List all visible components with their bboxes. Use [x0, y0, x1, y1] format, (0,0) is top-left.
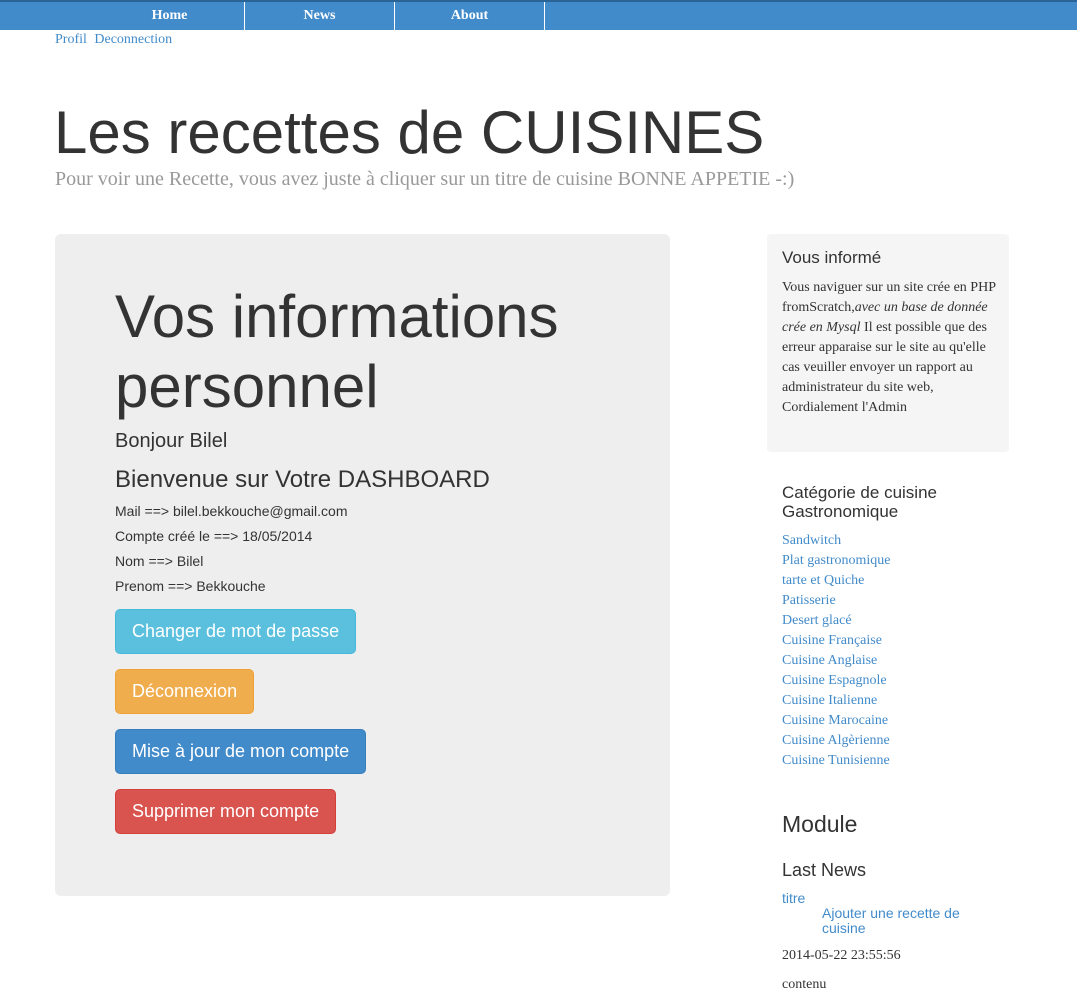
nav-home-link[interactable]: Home	[95, 2, 245, 30]
deconnection-link[interactable]: Deconnection	[94, 32, 172, 47]
site-title: Les recettes de CUISINES	[54, 99, 765, 166]
update-account-button[interactable]: Mise à jour de mon compte	[115, 729, 366, 774]
info-box: Vous informé Vous naviguer sur un site c…	[767, 234, 1009, 452]
categories-list: Sandwitch Plat gastronomique tarte et Qu…	[782, 531, 891, 771]
category-link-cuisine-francaise[interactable]: Cuisine Française	[782, 631, 891, 651]
category-link-desert-glace[interactable]: Desert glacé	[782, 611, 891, 631]
greeting-text: Bonjour Bilel	[115, 430, 228, 452]
info-box-text: Vous naviguer sur un site crée en PHP fr…	[782, 278, 997, 418]
profil-link[interactable]: Profil	[55, 32, 87, 47]
category-link-cuisine-espagnole[interactable]: Cuisine Espagnole	[782, 671, 891, 691]
dashboard-panel: Vos informations personnel Bonjour Bilel…	[55, 234, 670, 896]
module-title: Module	[782, 811, 858, 837]
mail-info: Mail ==> bilel.bekkouche@gmail.com	[115, 503, 348, 519]
last-news-title: Last News	[782, 860, 867, 880]
category-link-patisserie[interactable]: Patisserie	[782, 591, 891, 611]
info-box-title: Vous informé	[782, 248, 882, 267]
news-date: 2014-05-22 23:55:56	[782, 948, 901, 963]
news-item-link[interactable]: Ajouter une recette de cuisine	[822, 906, 992, 936]
news-contenu: contenu	[782, 977, 827, 992]
welcome-text: Bienvenue sur Votre DASHBOARD	[115, 466, 490, 493]
category-link-plat-gastronomique[interactable]: Plat gastronomique	[782, 551, 891, 571]
category-link-cuisine-marocaine[interactable]: Cuisine Marocaine	[782, 711, 891, 731]
logout-button[interactable]: Déconnexion	[115, 669, 254, 714]
prenom-info: Prenom ==> Bekkouche	[115, 578, 266, 594]
category-link-tarte-quiche[interactable]: tarte et Quiche	[782, 571, 891, 591]
nav-about-link[interactable]: About	[395, 2, 545, 30]
category-link-cuisine-anglaise[interactable]: Cuisine Anglaise	[782, 651, 891, 671]
delete-account-button[interactable]: Supprimer mon compte	[115, 789, 336, 834]
nav-news-link[interactable]: News	[245, 2, 395, 30]
site-subtitle: Pour voir une Recette, vous avez juste à…	[55, 168, 795, 190]
user-links: Profil Deconnection	[55, 32, 176, 48]
news-titre-link[interactable]: titre	[782, 890, 805, 906]
top-navbar: Home News About	[0, 0, 1077, 30]
change-password-button[interactable]: Changer de mot de passe	[115, 609, 356, 654]
category-link-cuisine-algerienne[interactable]: Cuisine Algèrienne	[782, 731, 891, 751]
dashboard-heading: Vos informations personnel	[115, 283, 559, 420]
category-link-sandwitch[interactable]: Sandwitch	[782, 531, 891, 551]
created-date-info: Compte créé le ==> 18/05/2014	[115, 528, 313, 544]
category-link-cuisine-tunisienne[interactable]: Cuisine Tunisienne	[782, 751, 891, 771]
categories-title: Catégorie de cuisine Gastronomique	[782, 483, 937, 521]
category-link-cuisine-italienne[interactable]: Cuisine Italienne	[782, 691, 891, 711]
nom-info: Nom ==> Bilel	[115, 553, 204, 569]
